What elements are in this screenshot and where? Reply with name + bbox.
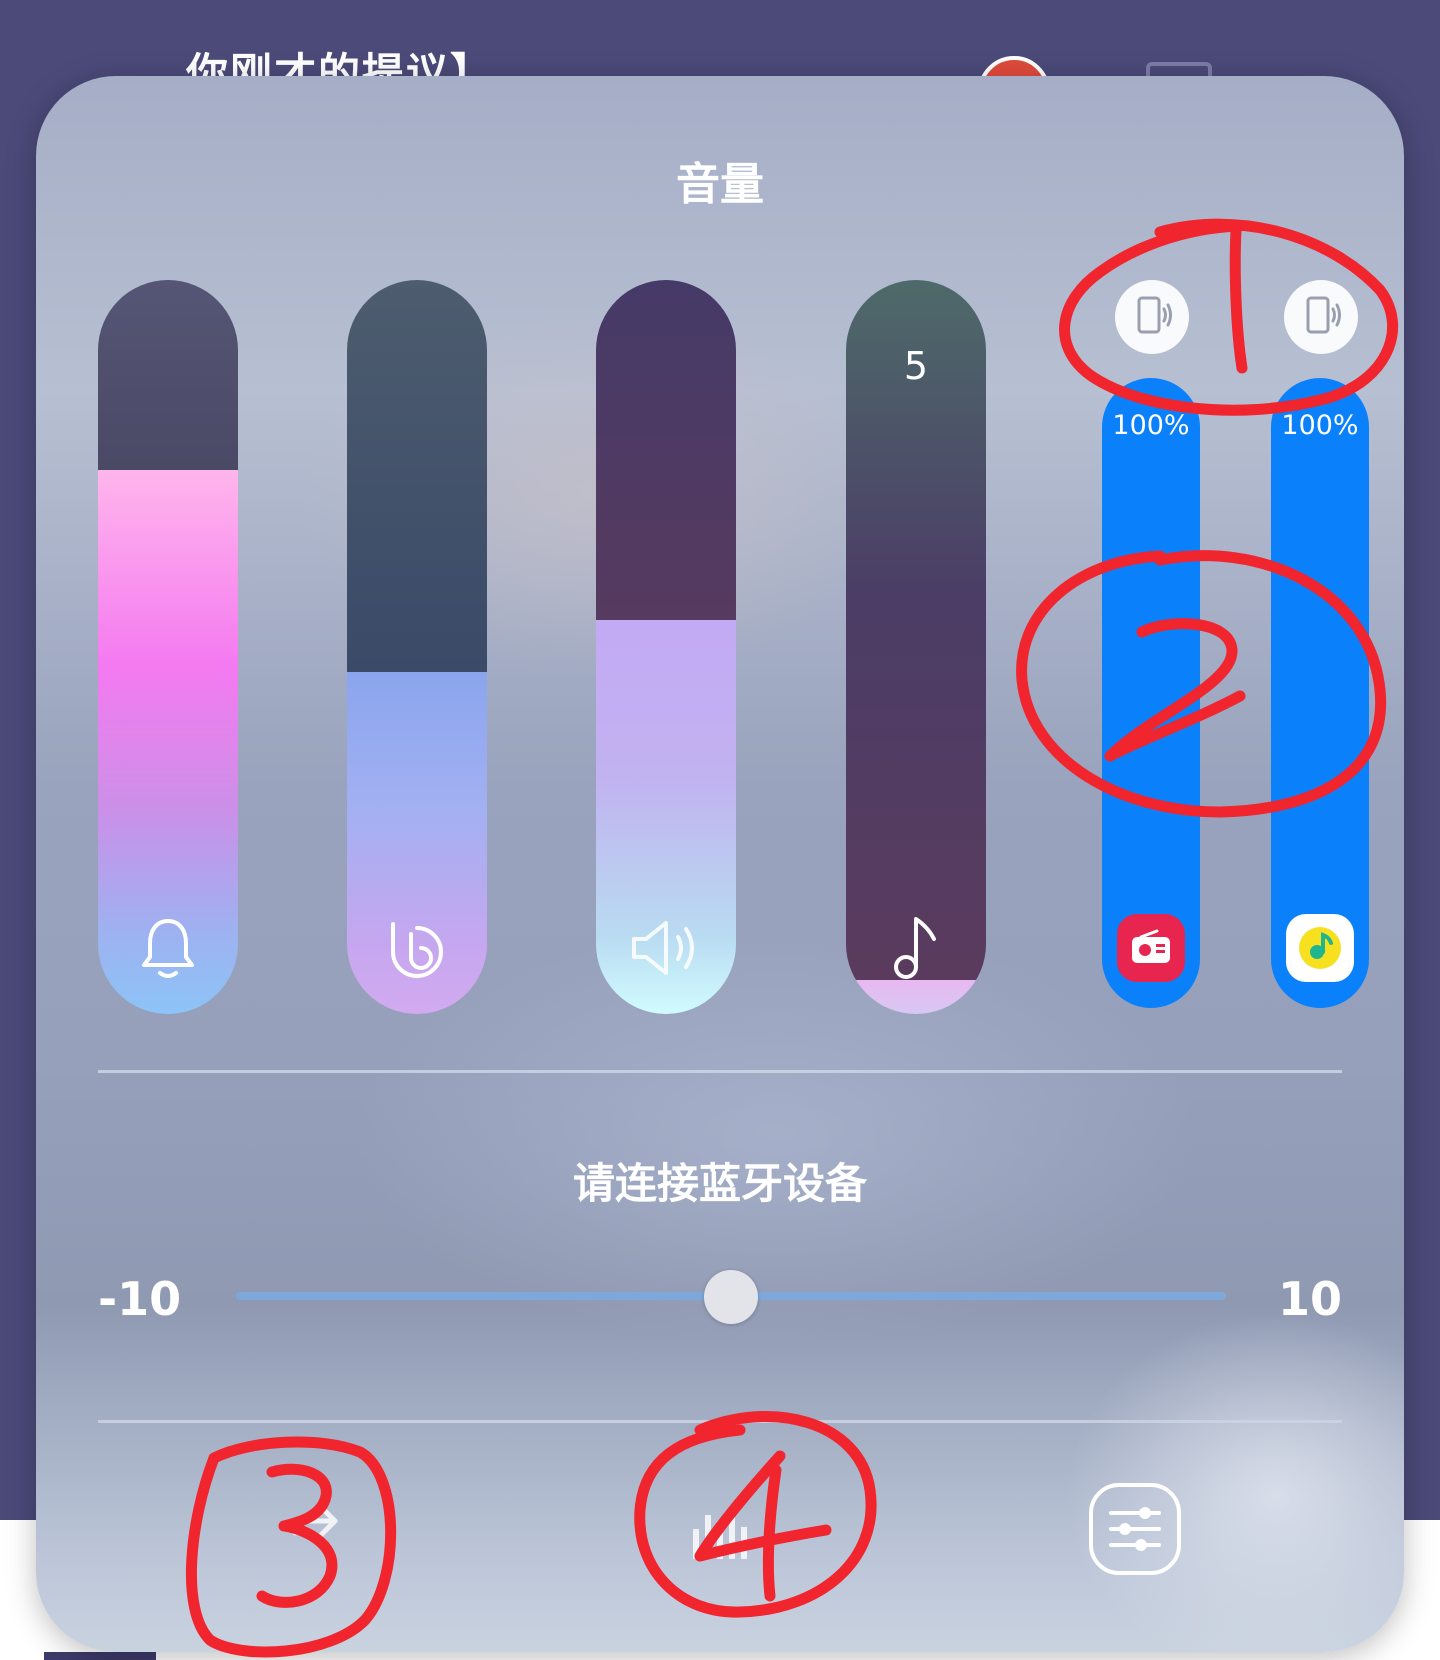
notification-volume-slider[interactable] (98, 280, 238, 1014)
app-volume-percent: 100% (1281, 410, 1359, 441)
music-app-icon (1286, 914, 1354, 982)
system-volume-slider[interactable] (596, 280, 736, 1014)
balance-slider-thumb[interactable] (704, 1270, 758, 1324)
radio-app-icon (1117, 914, 1185, 982)
app-output-device-button-2[interactable] (1284, 280, 1358, 354)
share-icon (283, 1489, 363, 1573)
divider (98, 1420, 1342, 1423)
speaker-icon (596, 908, 736, 988)
phone-sound-icon (1129, 292, 1175, 342)
bluetooth-connect-label: 请连接蓝牙设备 (572, 1159, 867, 1208)
slider-empty-track (347, 280, 487, 672)
media-volume-value: 5 (903, 344, 929, 388)
media-volume-slider[interactable]: 5 (846, 280, 986, 1014)
slider-empty-track (98, 280, 238, 470)
bixby-icon (347, 908, 487, 988)
app-output-device-button-1[interactable] (1115, 280, 1189, 354)
equalizer-icon (679, 1489, 759, 1573)
divider (98, 1070, 1342, 1073)
balance-max-label: 10 (1277, 1272, 1342, 1326)
equalizer-button[interactable] (664, 1476, 774, 1586)
bell-icon (98, 908, 238, 988)
slider-empty-track (596, 280, 736, 620)
panel-title: 音量 (676, 159, 764, 210)
radio-app-volume-slider[interactable]: 100% (1102, 378, 1200, 1008)
background-tab-indicator (44, 1652, 156, 1660)
volume-panel: 音量 5 100% 100% 请连接蓝牙设备 -10 10 (36, 76, 1404, 1652)
music-note-icon (846, 908, 986, 988)
share-button[interactable] (268, 1476, 378, 1586)
balance-min-label: -10 (98, 1272, 182, 1326)
phone-sound-icon (1298, 292, 1344, 342)
sound-settings-button[interactable] (1080, 1476, 1190, 1586)
app-volume-percent: 100% (1112, 410, 1190, 441)
music-app-volume-slider[interactable]: 100% (1271, 378, 1369, 1008)
sliders-settings-icon (1087, 1481, 1183, 1581)
bixby-volume-slider[interactable] (347, 280, 487, 1014)
